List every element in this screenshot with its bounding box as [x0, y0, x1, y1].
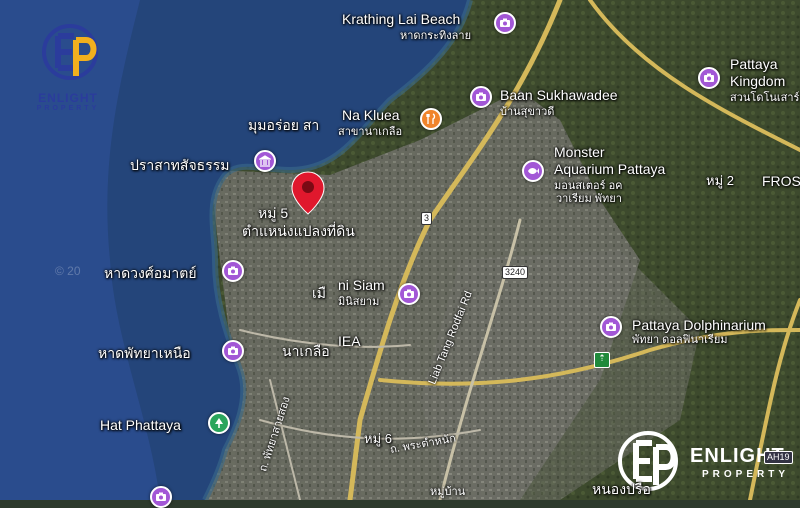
naklua-area-extra: IEA	[338, 333, 361, 349]
hat-phattaya-name: Hat Phattaya	[100, 417, 181, 433]
route-ah19-shield: AH19	[764, 451, 793, 464]
na-kluea-name: Na Kluea	[342, 107, 400, 123]
map-watermark: © 20	[55, 264, 81, 278]
moo6-label: หมู่ 6	[364, 431, 392, 446]
monster-aquarium-thai2: วาเรียม พัทยา	[556, 193, 622, 205]
location-pin-icon[interactable]	[290, 170, 326, 216]
bottom-poi[interactable]	[150, 486, 172, 508]
dolphinarium-poi[interactable]	[600, 316, 622, 338]
fros-label: FROS	[762, 173, 800, 189]
krathing-lai-poi[interactable]	[494, 12, 516, 34]
nong-prue-thai: หนองปรือ	[592, 481, 651, 497]
na-kluea-thai: สาขานาเกลือ	[338, 126, 403, 138]
camera-icon	[476, 92, 486, 101]
wong-amat-poi[interactable]	[222, 260, 244, 282]
camera-icon	[606, 322, 616, 331]
monster-aquarium-poi[interactable]	[522, 160, 544, 182]
na-kluea-poi[interactable]	[420, 108, 442, 130]
baan-sukhawadee-name: Baan Sukhawadee	[500, 87, 618, 103]
brand-logo-top: ENLIGHT PROPERTY	[18, 18, 118, 113]
road-moo-ban-label: หมู่บ้าน	[430, 486, 466, 498]
sanctuary-thai: ปราสาทสัจธรรม	[130, 157, 230, 173]
route-3-shield: 3	[421, 212, 433, 225]
camera-icon	[228, 266, 238, 275]
landmark-icon	[259, 155, 271, 167]
na-kluea-prefix: มุมอร่อย สา	[248, 117, 320, 133]
baan-sukhawadee-thai: บ้านสุขาวดี	[500, 106, 555, 118]
wong-amat-thai: หาดวงศ์อมาตย์	[104, 265, 197, 281]
pattaya-kingdom-line2: Kingdom	[730, 73, 786, 89]
camera-icon	[404, 289, 414, 298]
pattaya-kingdom-poi[interactable]	[698, 67, 720, 89]
dolphinarium-thai: พัทยา ดอลฟินาเรียม	[632, 334, 728, 346]
krathing-lai-thai: หาดกระทิงลาย	[400, 30, 472, 42]
fork-knife-icon	[426, 113, 436, 124]
monster-aquarium-thai1: มอนสเตอร์ อค	[554, 180, 623, 192]
naklua-area-thai: นาเกลือ	[282, 343, 330, 359]
marker-caption: ตำแหน่งแปลงที่ดิน	[242, 223, 355, 239]
exit-shield: ⇡	[594, 352, 610, 368]
dolphinarium-name: Pattaya Dolphinarium	[632, 317, 766, 333]
monster-aquarium-line1: Monster	[554, 144, 605, 160]
pattaya-kingdom-thai: สวนโดโนเสาร์	[730, 92, 800, 104]
north-pattaya-beach-thai: หาดพัทยาเหนือ	[98, 345, 191, 361]
mini-siam-poi[interactable]	[398, 283, 420, 305]
camera-icon	[228, 346, 238, 355]
krathing-lai-name: Krathing Lai Beach	[342, 11, 461, 27]
brand-sub-bottom: PROPERTY	[702, 469, 790, 480]
north-pattaya-beach-poi[interactable]	[222, 340, 244, 362]
marker-moo-label: หมู่ 5	[258, 205, 289, 221]
sanctuary-poi[interactable]	[254, 150, 276, 172]
monster-aquarium-line2: Aquarium Pattaya	[554, 161, 666, 177]
tree-icon	[215, 418, 223, 428]
moo2-label: หมู่ 2	[706, 173, 734, 188]
hat-phattaya-poi[interactable]	[208, 412, 230, 434]
baan-sukhawadee-poi[interactable]	[470, 86, 492, 108]
camera-icon	[704, 73, 714, 82]
mini-siam-prefix: เมื	[312, 285, 327, 301]
camera-icon	[156, 492, 166, 501]
pattaya-kingdom-line1: Pattaya	[730, 56, 778, 72]
brand-sub-top: PROPERTY	[36, 105, 100, 112]
brand-name-top: ENLIGHT	[38, 91, 98, 105]
brand-ep-mark	[42, 24, 98, 80]
mini-siam-thai: มินิสยาม	[338, 296, 380, 308]
mini-siam-name: ni Siam	[338, 277, 385, 293]
camera-icon	[500, 18, 510, 27]
fish-icon	[528, 168, 539, 174]
route-3240-shield: 3240	[502, 266, 529, 279]
